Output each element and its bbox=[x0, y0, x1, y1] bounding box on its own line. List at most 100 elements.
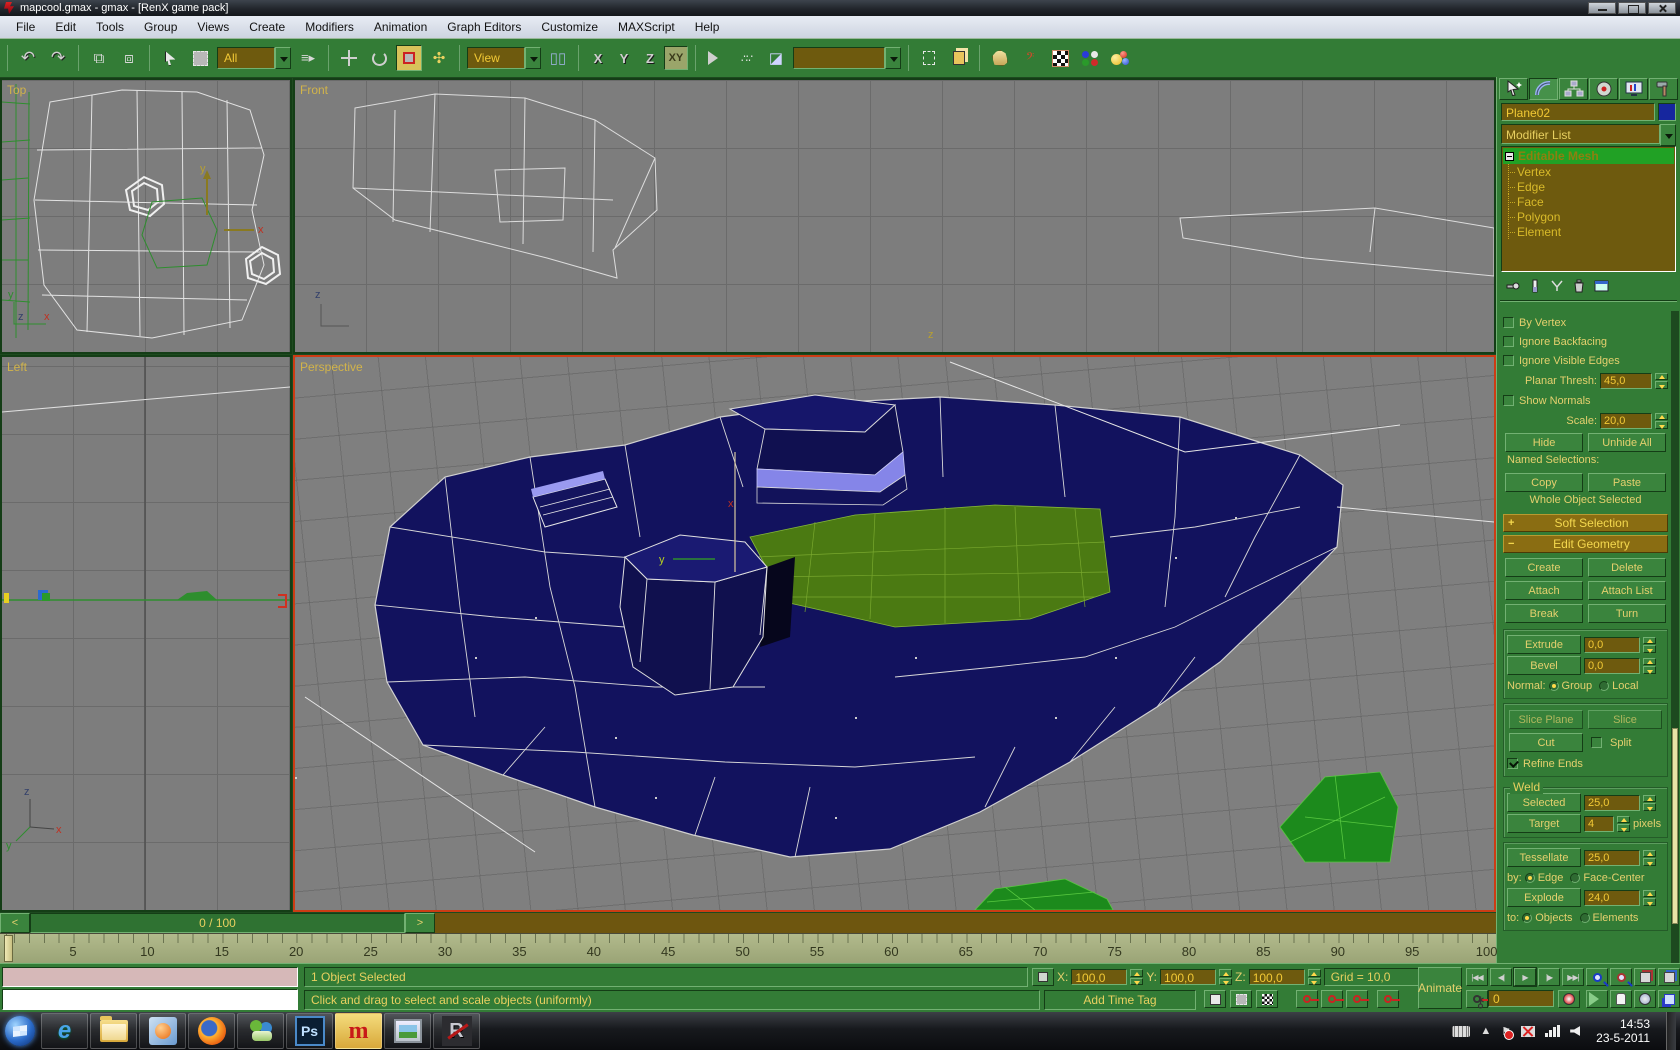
scrollbar-thumb[interactable] bbox=[1672, 728, 1678, 924]
min-max-toggle-icon[interactable] bbox=[1658, 990, 1680, 1008]
tab-display[interactable] bbox=[1619, 78, 1648, 100]
taskbar-app-firefox[interactable] bbox=[188, 1013, 235, 1049]
menu-group[interactable]: Group bbox=[134, 18, 187, 36]
menu-graph-editors[interactable]: Graph Editors bbox=[437, 18, 531, 36]
go-to-start-icon[interactable]: |◀◀ bbox=[1466, 968, 1488, 986]
object-color-swatch[interactable] bbox=[1658, 103, 1676, 121]
select-object-icon[interactable] bbox=[157, 45, 183, 71]
track-view-icon[interactable] bbox=[916, 45, 942, 71]
zoom-extents-all-icon[interactable] bbox=[1658, 968, 1680, 986]
viewport-left-label[interactable]: Left bbox=[7, 360, 27, 374]
tessellate-by-radio-edge[interactable] bbox=[1525, 873, 1535, 883]
make-unique-icon[interactable] bbox=[1549, 278, 1565, 294]
object-name-field[interactable]: Plane02 bbox=[1501, 103, 1655, 121]
extrude-field[interactable]: 0,0 bbox=[1584, 637, 1640, 653]
taskbar-app-internet-explorer[interactable]: e bbox=[41, 1013, 88, 1049]
stack-subobject-polygon[interactable]: Polygon bbox=[1503, 209, 1674, 224]
undo-icon[interactable]: ↶ bbox=[15, 45, 41, 71]
add-time-tag[interactable]: Add Time Tag bbox=[1044, 990, 1196, 1010]
field-of-view-icon[interactable] bbox=[1586, 990, 1608, 1008]
viewport-front-label[interactable]: Front bbox=[300, 83, 328, 97]
bind-spacewarp-icon[interactable]: 𝄢 bbox=[1017, 45, 1043, 71]
key-filter-icon[interactable] bbox=[1321, 990, 1343, 1008]
start-button[interactable] bbox=[0, 1013, 40, 1049]
array-icon[interactable]: ∴∵ bbox=[733, 45, 759, 71]
time-slider-handle[interactable] bbox=[4, 935, 13, 962]
soft-selection-rollout[interactable]: + Soft Selection bbox=[1503, 514, 1668, 532]
tab-motion[interactable] bbox=[1589, 78, 1618, 100]
panel-scrollbar[interactable] bbox=[1671, 311, 1679, 963]
crossing-window-toggle-icon[interactable] bbox=[1204, 990, 1226, 1008]
viewport-left[interactable]: Left z x y bbox=[0, 355, 292, 912]
refine-ends-checkbox[interactable] bbox=[1507, 758, 1518, 769]
show-end-result-icon[interactable] bbox=[1527, 278, 1543, 294]
snap-toggle-icon[interactable] bbox=[1256, 990, 1278, 1008]
dropdown-arrow-icon[interactable] bbox=[1660, 124, 1676, 146]
key-percent-icon[interactable] bbox=[1346, 990, 1368, 1008]
previous-frame-icon[interactable]: ◀| bbox=[1490, 968, 1512, 986]
material-editor-icon[interactable] bbox=[987, 45, 1013, 71]
axis-constraint-z[interactable]: Z bbox=[638, 46, 662, 70]
go-to-end-icon[interactable]: ▶▶| bbox=[1562, 968, 1584, 986]
axis-constraint-y[interactable]: Y bbox=[612, 46, 636, 70]
taskbar-app-media-player[interactable] bbox=[139, 1013, 186, 1049]
weld-selected-spinner[interactable] bbox=[1643, 795, 1656, 811]
title-bar[interactable]: mapcool.gmax - gmax - [RenX game pack] bbox=[0, 0, 1680, 16]
degradation-override-icon[interactable] bbox=[1230, 990, 1252, 1008]
tray-keyboard-icon[interactable] bbox=[1452, 1026, 1470, 1037]
scale-field[interactable]: 20,0 bbox=[1600, 413, 1652, 429]
explode-spinner[interactable] bbox=[1643, 890, 1656, 906]
z-spinner[interactable] bbox=[1308, 969, 1321, 985]
tab-create[interactable] bbox=[1499, 78, 1528, 100]
maxscript-mini-listener-white[interactable] bbox=[2, 989, 298, 1010]
reference-coordsys-dropdown[interactable]: View bbox=[467, 47, 541, 69]
arc-rotate-icon[interactable] bbox=[1634, 990, 1656, 1008]
show-normals-row[interactable]: Show Normals bbox=[1503, 391, 1668, 410]
pin-stack-icon[interactable] bbox=[1505, 278, 1521, 294]
select-and-link-icon[interactable]: ⧉ bbox=[86, 45, 112, 71]
selection-filter-dropdown[interactable]: All bbox=[217, 47, 291, 69]
stack-subobject-face[interactable]: Face bbox=[1503, 194, 1674, 209]
tessellate-field[interactable]: 25,0 bbox=[1584, 850, 1640, 866]
menu-animation[interactable]: Animation bbox=[364, 18, 437, 36]
checkbox-row-ignore-backfacing[interactable]: Ignore Backfacing bbox=[1503, 332, 1668, 351]
weld-target-spinner[interactable] bbox=[1617, 816, 1630, 832]
explode-field[interactable]: 24,0 bbox=[1584, 890, 1640, 906]
taskbar-app-renx[interactable]: R bbox=[433, 1013, 480, 1049]
show-desktop-button[interactable] bbox=[1666, 1012, 1676, 1050]
viewport-front[interactable]: Front z z bbox=[293, 78, 1496, 354]
time-slider-ruler[interactable]: 5101520253035404550556065707580859095100 bbox=[0, 933, 1496, 963]
menu-file[interactable]: File bbox=[6, 18, 45, 36]
select-and-scale-icon[interactable] bbox=[396, 45, 422, 71]
bevel-button[interactable]: Bevel bbox=[1507, 656, 1581, 675]
region-select-icon[interactable] bbox=[187, 45, 213, 71]
dropdown-arrow-icon[interactable] bbox=[525, 47, 541, 69]
zoom-extents-icon[interactable] bbox=[1634, 968, 1656, 986]
slice-button[interactable]: Slice bbox=[1588, 710, 1662, 729]
animate-button[interactable]: Animate bbox=[1418, 967, 1462, 1009]
create-button[interactable]: Create bbox=[1505, 558, 1583, 577]
named-selection-dropdown[interactable] bbox=[793, 47, 901, 69]
weld-target-field[interactable]: 4 bbox=[1584, 816, 1614, 832]
material-id-icon[interactable] bbox=[1077, 45, 1103, 71]
menu-tools[interactable]: Tools bbox=[86, 18, 134, 36]
checkbox-row-by-vertex[interactable]: By Vertex bbox=[1503, 313, 1668, 332]
frame-range-bar[interactable]: 0 / 100 bbox=[30, 913, 405, 933]
checkbox-row-ignore-visible-edges[interactable]: Ignore Visible Edges bbox=[1503, 351, 1668, 370]
key-mode-toggle-icon[interactable] bbox=[1296, 990, 1318, 1008]
viewport-top-label[interactable]: Top bbox=[7, 83, 26, 97]
pan-hand-icon[interactable] bbox=[1610, 990, 1632, 1008]
slice-plane-button[interactable]: Slice Plane bbox=[1509, 710, 1583, 729]
menu-customize[interactable]: Customize bbox=[531, 18, 608, 36]
attach-list-button[interactable]: Attach List bbox=[1588, 581, 1666, 600]
maximize-button[interactable] bbox=[1618, 2, 1646, 14]
mirror-icon[interactable] bbox=[703, 45, 729, 71]
tray-volume-icon[interactable] bbox=[1570, 1026, 1580, 1036]
key-steps-icon[interactable] bbox=[1377, 990, 1399, 1008]
maxscript-mini-listener-pink[interactable] bbox=[2, 967, 298, 987]
planar-thresh-field[interactable]: 45,0 bbox=[1600, 373, 1652, 389]
explode-to-radio-elements[interactable] bbox=[1580, 913, 1590, 923]
tab-utilities[interactable] bbox=[1649, 78, 1678, 100]
tessellate-by-radio-face-center[interactable] bbox=[1570, 873, 1580, 883]
viewport-perspective[interactable]: Perspective bbox=[293, 355, 1496, 912]
